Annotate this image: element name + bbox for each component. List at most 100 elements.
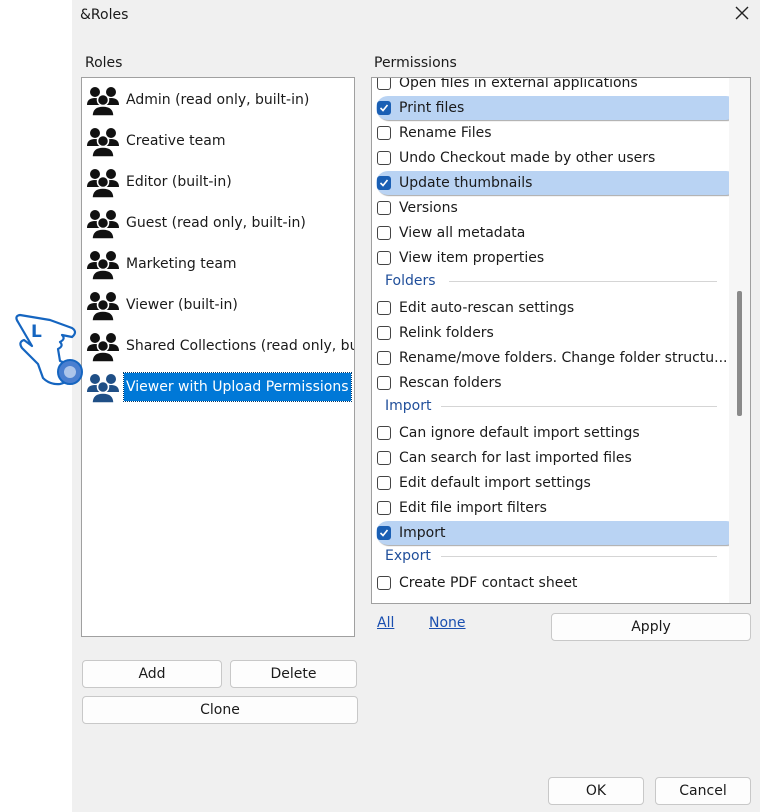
checkbox[interactable] — [377, 251, 391, 265]
role-item[interactable]: Viewer (built-in) — [86, 287, 240, 323]
role-label: Admin (read only, built-in) — [126, 92, 310, 108]
role-item[interactable]: Editor (built-in) — [86, 164, 234, 200]
permission-item[interactable]: Create PDF contact sheet — [376, 571, 732, 595]
permission-item[interactable]: Rename Files — [376, 121, 732, 145]
permission-item[interactable]: Print files — [376, 96, 738, 120]
checkbox[interactable] — [377, 376, 391, 390]
checkbox-checked[interactable] — [377, 526, 391, 540]
add-button[interactable]: Add — [82, 660, 222, 688]
permissions-group-label: Permissions — [374, 55, 457, 71]
role-label: Creative team — [126, 133, 226, 149]
role-label: Viewer (built-in) — [126, 297, 238, 313]
permission-label: Rename Files — [399, 125, 492, 141]
select-all-link[interactable]: All — [377, 615, 394, 631]
checkbox-checked[interactable] — [377, 176, 391, 190]
select-none-link[interactable]: None — [429, 615, 466, 631]
permission-label: Rescan folders — [399, 375, 502, 391]
permission-section-header: Folders — [385, 271, 717, 291]
permission-item[interactable]: Edit default import settings — [376, 471, 732, 495]
checkmark-icon — [379, 529, 389, 537]
delete-button[interactable]: Delete — [230, 660, 357, 688]
ok-button[interactable]: OK — [548, 777, 644, 805]
permission-item[interactable]: Versions — [376, 196, 732, 220]
role-label: Shared Collections (read only, built — [126, 338, 355, 354]
clone-button[interactable]: Clone — [82, 696, 358, 724]
checkbox[interactable] — [377, 351, 391, 365]
checkbox[interactable] — [377, 151, 391, 165]
role-group-icon — [86, 206, 120, 240]
permission-label: Rename/move folders. Change folder struc… — [399, 350, 728, 366]
permission-section-header: Import — [385, 396, 717, 416]
roles-list[interactable]: Admin (read only, built-in) Creative team… — [81, 77, 355, 637]
role-group-icon — [86, 165, 120, 199]
permission-section-header: Export — [385, 546, 717, 566]
checkmark-icon — [379, 179, 389, 187]
permission-label: Undo Checkout made by other users — [399, 150, 656, 166]
checkbox[interactable] — [377, 326, 391, 340]
permissions-list[interactable]: Open files in external applications Print… — [371, 77, 751, 604]
checkbox[interactable] — [377, 201, 391, 215]
checkbox[interactable] — [377, 78, 391, 90]
permission-item[interactable]: Update thumbnails — [376, 171, 738, 195]
cancel-button[interactable]: Cancel — [655, 777, 751, 805]
roles-dialog: &Roles Roles Permissions Admin (read onl… — [72, 0, 760, 812]
checkbox[interactable] — [377, 476, 391, 490]
checkbox[interactable] — [377, 226, 391, 240]
permission-item[interactable]: Import — [376, 521, 738, 545]
role-item[interactable]: Guest (read only, built-in) — [86, 205, 308, 241]
roles-group-label: Roles — [85, 55, 123, 71]
role-group-icon — [86, 124, 120, 158]
role-label: Guest (read only, built-in) — [126, 215, 306, 231]
permission-item[interactable]: View all metadata — [376, 221, 732, 245]
role-item[interactable]: Admin (read only, built-in) — [86, 82, 311, 118]
permission-label: Can search for last imported files — [399, 450, 632, 466]
permission-item[interactable]: Undo Checkout made by other users — [376, 146, 732, 170]
permission-label: View all metadata — [399, 225, 526, 241]
checkbox[interactable] — [377, 501, 391, 515]
permission-item[interactable]: Open files in external applications — [376, 77, 732, 95]
role-item[interactable]: Shared Collections (read only, built — [86, 328, 355, 364]
apply-button[interactable]: Apply — [551, 613, 751, 641]
permission-item[interactable]: View item properties — [376, 246, 732, 270]
section-title: Export — [385, 548, 431, 564]
permission-item[interactable]: Edit auto-rescan settings — [376, 296, 732, 320]
permission-item[interactable]: Rename/move folders. Change folder struc… — [376, 346, 732, 370]
permission-item[interactable]: Can ignore default import settings — [376, 421, 732, 445]
role-label: Editor (built-in) — [126, 174, 232, 190]
permission-label: Versions — [399, 200, 458, 216]
permission-item[interactable]: Edit file import filters — [376, 496, 732, 520]
role-group-icon — [86, 329, 120, 363]
checkbox[interactable] — [377, 576, 391, 590]
permission-label: Edit default import settings — [399, 475, 591, 491]
checkbox-checked[interactable] — [377, 101, 391, 115]
dialog-title: &Roles — [80, 7, 129, 23]
permission-label: Import — [399, 525, 446, 541]
permission-label: Update thumbnails — [399, 175, 533, 191]
hand-pointer-icon: L — [15, 313, 83, 386]
permission-item[interactable]: Can search for last imported files — [376, 446, 732, 470]
permissions-scrollbar[interactable] — [729, 78, 750, 603]
scrollbar-thumb[interactable] — [737, 291, 742, 416]
checkbox[interactable] — [377, 426, 391, 440]
section-divider — [441, 556, 717, 557]
permission-item[interactable]: Relink folders — [376, 321, 732, 345]
section-title: Folders — [385, 273, 436, 289]
permission-label: Open files in external applications — [399, 77, 638, 91]
checkbox[interactable] — [377, 301, 391, 315]
checkbox[interactable] — [377, 126, 391, 140]
checkbox[interactable] — [377, 451, 391, 465]
permission-label: Relink folders — [399, 325, 494, 341]
role-item[interactable]: Creative team — [86, 123, 227, 159]
section-title: Import — [385, 398, 432, 414]
role-group-icon — [86, 247, 120, 281]
permission-label: Can ignore default import settings — [399, 425, 640, 441]
permission-label: Create PDF contact sheet — [399, 575, 578, 591]
permission-item[interactable]: Rescan folders — [376, 371, 732, 395]
section-divider — [449, 281, 717, 282]
close-icon[interactable] — [734, 5, 750, 21]
cursor-letter: L — [31, 322, 42, 342]
role-label: Viewer with Upload Permissions — [123, 372, 352, 402]
role-item[interactable]: Viewer with Upload Permissions — [86, 369, 352, 405]
role-group-icon — [86, 83, 120, 117]
role-item[interactable]: Marketing team — [86, 246, 239, 282]
